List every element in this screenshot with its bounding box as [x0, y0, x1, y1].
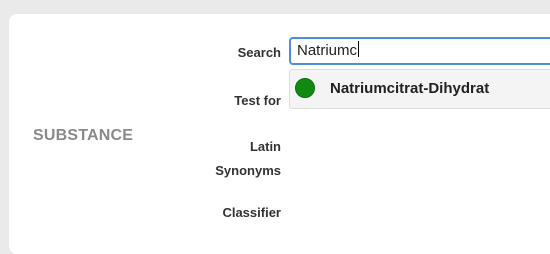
synonyms-label: Synonyms	[215, 163, 281, 178]
search-label: Search	[237, 45, 281, 60]
search-input-value: Natriumc	[297, 42, 358, 59]
search-input[interactable]: Natriumc	[289, 37, 550, 65]
latin-label: Latin	[249, 139, 281, 154]
classifier-label: Classifier	[222, 205, 281, 220]
suggestion-dropdown: Natriumcitrat-Dihydrat	[289, 69, 550, 109]
test-for-label: Test for	[234, 93, 281, 108]
green-circle-icon	[295, 78, 315, 98]
suggestion-label: Natriumcitrat-Dihydrat	[330, 80, 490, 97]
suggestion-item[interactable]: Natriumcitrat-Dihydrat	[290, 70, 550, 108]
section-title: SUBSTANCE	[33, 127, 134, 144]
text-caret	[358, 41, 360, 57]
